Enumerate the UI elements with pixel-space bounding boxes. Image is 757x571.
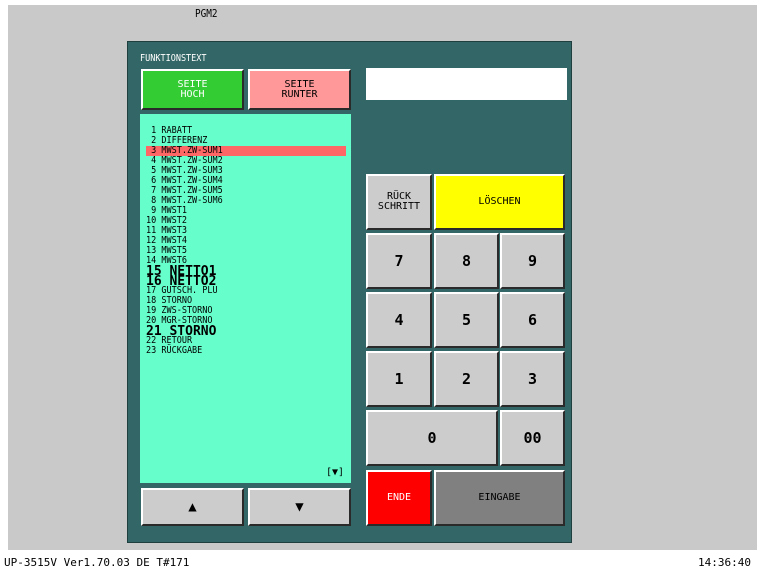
key-5[interactable]: 5 [434,292,499,348]
clear-button[interactable]: LÖSCHEN [434,174,565,230]
arrow-up-button[interactable]: ▲ [141,488,244,526]
key-6[interactable]: 6 [500,292,565,348]
page-down-button[interactable]: SEITE RUNTER [248,69,351,110]
key-0[interactable]: 0 [366,410,498,466]
key-3[interactable]: 3 [500,351,565,407]
key-8[interactable]: 8 [434,233,499,289]
panel-label: FUNKTIONSTEXT [140,53,207,64]
status-version: UP-3515V Ver1.70.03 DE T#171 [4,556,190,569]
end-button[interactable]: ENDE [366,470,432,526]
key-4[interactable]: 4 [366,292,432,348]
arrow-down-button[interactable]: ▼ [248,488,351,526]
status-clock: 14:36:40 [698,556,751,569]
input-display [366,68,567,100]
page-up-button[interactable]: SEITE HOCH [141,69,244,110]
key-7[interactable]: 7 [366,233,432,289]
backspace-button[interactable]: RÜCK SCHRITT [366,174,432,230]
key-00[interactable]: 00 [500,410,565,466]
key-2[interactable]: 2 [434,351,499,407]
more-indicator: [▼] [326,467,345,478]
window-title: PGM2 [195,7,218,20]
key-9[interactable]: 9 [500,233,565,289]
list-item[interactable]: 23 RÜCKGABE [146,346,346,356]
list-item-label: 23 RÜCKGABE [146,345,203,356]
key-1[interactable]: 1 [366,351,432,407]
function-list[interactable]: 1 RABATT 2 DIFFERENZ 3 MWST.ZW-SUM1 4 MW… [140,114,351,483]
enter-button[interactable]: EINGABE [434,470,565,526]
